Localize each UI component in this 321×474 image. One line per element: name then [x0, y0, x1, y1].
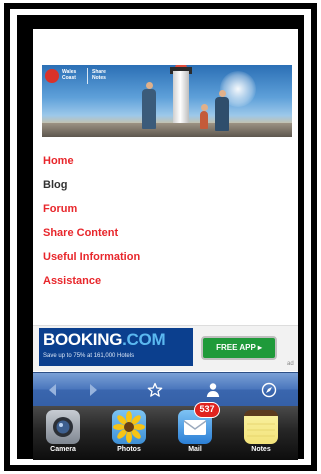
ad-choices-icon[interactable]: ad: [287, 361, 295, 369]
booking-tagline: Save up to 75% at 161,000 Hotels: [43, 353, 135, 359]
bookmark-star-icon[interactable]: [141, 373, 169, 407]
share-notes-logo[interactable]: Share Notes: [92, 69, 106, 81]
browser-toolbar: [33, 372, 298, 406]
nav-link-assistance[interactable]: Assistance: [43, 273, 283, 297]
dock-app-label: Notes: [251, 446, 271, 453]
site-logo-text[interactable]: Wales Coast: [62, 69, 76, 81]
ground: [42, 123, 292, 137]
nav-link-forum[interactable]: Forum: [43, 201, 283, 225]
dock-app-label: Camera: [50, 446, 76, 453]
site-logo-icon[interactable]: [45, 69, 59, 83]
unread-count-badge: 537: [194, 402, 220, 418]
mail-envelope-icon: 537: [178, 402, 220, 444]
booking-ad-banner[interactable]: BOOKING.COM Save up to 75% at 161,000 Ho…: [33, 325, 298, 371]
booking-logo-panel[interactable]: BOOKING.COM Save up to 75% at 161,000 Ho…: [39, 328, 193, 366]
dock-app-mail[interactable]: 537 Mail: [167, 402, 223, 460]
dock-app-label: Mail: [188, 446, 202, 453]
lighthouse: [173, 71, 189, 123]
back-arrow-icon[interactable]: [41, 373, 65, 407]
person-figure: [215, 90, 229, 131]
compass-icon[interactable]: [255, 373, 283, 407]
main-nav: Home Blog Forum Share Content Useful Inf…: [43, 153, 283, 297]
booking-logo: BOOKING.COM: [43, 330, 166, 349]
notes-pad-icon: [244, 410, 278, 444]
nav-link-share-content[interactable]: Share Content: [43, 225, 283, 249]
free-app-button[interactable]: FREE APP ▸: [201, 336, 277, 360]
child-figure: [200, 104, 208, 129]
logo-divider: [87, 68, 88, 84]
forward-arrow-icon[interactable]: [81, 373, 105, 407]
header-banner-image: Wales Coast Share Notes: [42, 65, 292, 137]
dock-app-camera[interactable]: Camera: [35, 410, 91, 460]
nav-link-useful-information[interactable]: Useful Information: [43, 249, 283, 273]
nav-link-home[interactable]: Home: [43, 153, 283, 177]
dock-app-notes[interactable]: Notes: [233, 410, 289, 460]
phone-screen: Wales Coast Share Notes Home Blog Forum …: [33, 29, 298, 460]
nav-link-blog[interactable]: Blog: [43, 177, 283, 201]
dock-app-label: Photos: [117, 446, 141, 453]
home-dock: Camera Photos 537 Mail Notes: [33, 402, 298, 460]
person-figure: [142, 82, 156, 129]
dock-app-photos[interactable]: Photos: [101, 410, 157, 460]
sunflower-photos-icon: [112, 410, 146, 444]
camera-icon: [46, 410, 80, 444]
